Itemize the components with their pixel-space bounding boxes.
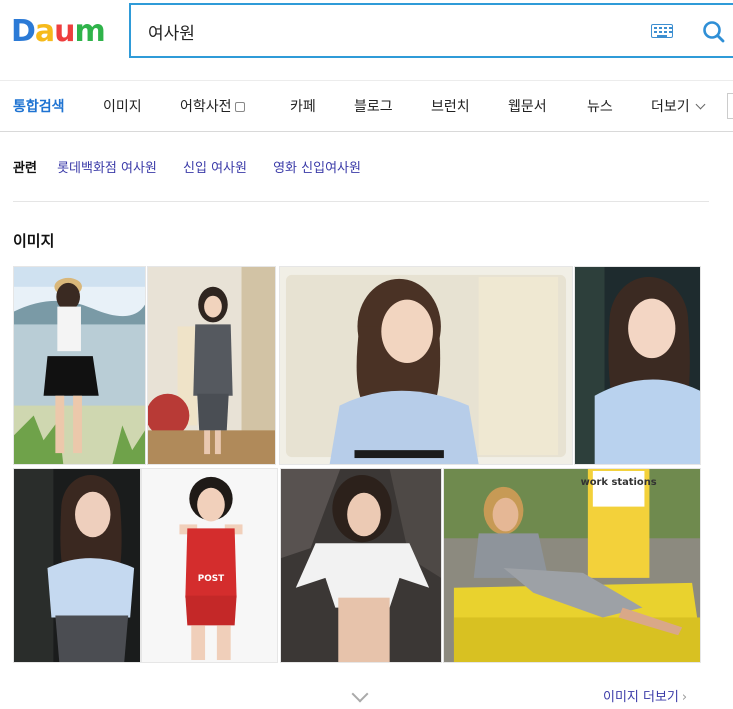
tab-brunch[interactable]: 브런치 <box>431 96 470 116</box>
tab-web-docs[interactable]: 웹문서 <box>508 96 547 116</box>
search-query: 여사원 <box>148 24 195 44</box>
more-images-link[interactable]: 이미지 더보기 › <box>603 686 687 705</box>
tab-news[interactable]: 뉴스 <box>587 96 613 116</box>
tab-dictionary-label: 어학사전 <box>180 99 232 115</box>
related-link[interactable]: 영화 신입여사원 <box>273 161 361 176</box>
image-result[interactable] <box>280 468 442 663</box>
related-link[interactable]: 롯데백화점 여사원 <box>57 161 157 176</box>
divider <box>13 201 709 202</box>
search-input[interactable]: 여사원 <box>129 3 733 58</box>
search-icon[interactable] <box>701 19 727 45</box>
tab-cafe[interactable]: 카페 <box>290 96 316 116</box>
image-result[interactable]: POST <box>141 468 278 663</box>
related-searches: 관련 롯데백화점 여사원 신입 여사원 영화 신입여사원 <box>13 157 383 176</box>
image-section-title: 이미지 <box>13 232 55 250</box>
new-window-icon <box>234 102 245 112</box>
tile-overlay-text: work stations <box>581 477 657 488</box>
image-result[interactable] <box>147 266 276 465</box>
tab-integrated-search[interactable]: 통합검색 <box>13 96 65 116</box>
tab-scroll-edge <box>727 93 733 119</box>
chevron-down-icon <box>695 99 706 110</box>
image-result[interactable] <box>13 266 146 465</box>
image-result[interactable] <box>574 266 701 465</box>
chevron-right-icon: › <box>681 690 688 705</box>
keyboard-icon[interactable] <box>651 24 673 38</box>
tab-blog[interactable]: 블로그 <box>354 96 393 116</box>
daum-logo[interactable]: Daum <box>11 13 106 49</box>
image-result[interactable] <box>279 266 573 465</box>
logo-letter-a: a <box>34 13 55 49</box>
more-images-label: 이미지 더보기 <box>603 690 679 705</box>
expand-chevron-icon[interactable] <box>351 685 369 703</box>
related-title: 관련 <box>13 161 37 176</box>
search-tabs: 통합검색 이미지 어학사전 카페 블로그 브런치 웹문서 뉴스 더보기 <box>0 80 733 132</box>
tile-overlay-text: POST <box>198 574 224 584</box>
header: Daum 여사원 <box>0 0 733 80</box>
logo-letter-m: m <box>74 13 106 49</box>
tab-more-label: 더보기 <box>651 99 690 115</box>
logo-letter-d: D <box>11 13 36 49</box>
image-result[interactable] <box>13 468 141 663</box>
tab-more[interactable]: 더보기 <box>651 96 706 116</box>
image-result[interactable]: work stations <box>443 468 701 663</box>
related-link[interactable]: 신입 여사원 <box>183 161 247 176</box>
tab-images[interactable]: 이미지 <box>103 96 142 116</box>
tab-dictionary[interactable]: 어학사전 <box>180 96 245 116</box>
logo-letter-u: u <box>54 13 75 49</box>
